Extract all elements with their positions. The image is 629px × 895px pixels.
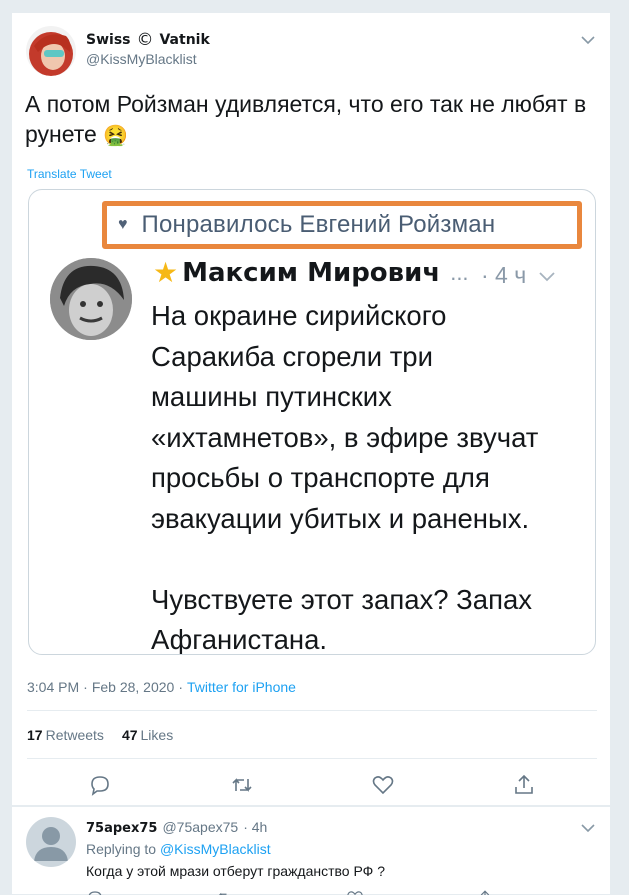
tweet-text: А потом Ройзман удивляется, что его так …: [25, 89, 600, 151]
copyright-symbol: ©: [136, 30, 154, 50]
tweet-source-link[interactable]: Twitter for iPhone: [187, 679, 296, 695]
reply-icon[interactable]: [86, 889, 104, 895]
replying-to: Replying to @KissMyBlacklist: [86, 841, 271, 857]
author-display-name[interactable]: Swiss: [86, 32, 130, 48]
tweet-actions: [12, 773, 612, 799]
separator: ·: [83, 679, 88, 695]
heart-icon: ♥: [118, 216, 128, 233]
tweet-timestamp[interactable]: 3:04 PM · Feb 28, 2020 · Twitter for iPh…: [27, 679, 296, 695]
author-display-name-suffix[interactable]: Vatnik: [159, 32, 209, 48]
tweet-stats: 17 Retweets 47 Likes: [27, 727, 173, 743]
author-handle[interactable]: @KissMyBlacklist: [86, 51, 197, 67]
reply-author-avatar[interactable]: [26, 817, 76, 867]
reply-handle[interactable]: @75apex75: [162, 819, 238, 835]
liked-by-text: Понравилось Евгений Ройзман: [141, 211, 496, 238]
tweet-time[interactable]: 3:04 PM: [27, 679, 79, 695]
likes-stat[interactable]: 47 Likes: [122, 727, 173, 743]
reply-display-name[interactable]: 75apex75: [86, 821, 157, 836]
reply-actions: [86, 887, 606, 895]
translate-tweet-link[interactable]: Translate Tweet: [27, 167, 112, 181]
retweets-count: 17: [27, 727, 43, 743]
nauseated-emoji: 🤮: [103, 125, 129, 147]
tweet-media-image[interactable]: ♥ Понравилось Евгений Ройзман ★ Максим М…: [28, 189, 596, 655]
quoted-time-text: · 4 ч: [481, 262, 527, 288]
replying-prefix: Replying to: [86, 841, 157, 857]
chevron-down-icon[interactable]: [581, 823, 595, 833]
tweet-card: Swiss © Vatnik @KissMyBlacklist А потом …: [11, 12, 611, 806]
replying-to-handle[interactable]: @KissMyBlacklist: [160, 841, 271, 857]
reply-icon[interactable]: [88, 773, 112, 797]
quoted-author-avatar: [50, 258, 132, 340]
separator: ·: [178, 679, 183, 695]
reply-text: Когда у этой мрази отберут гражданство Р…: [86, 863, 385, 879]
heart-icon[interactable]: [371, 773, 395, 797]
quoted-text: На окраине сирийского Саракиба сгорели т…: [151, 300, 539, 655]
divider: [27, 758, 597, 759]
share-icon[interactable]: [476, 889, 494, 895]
author-name-row[interactable]: Swiss © Vatnik: [86, 30, 210, 50]
heart-icon[interactable]: [346, 889, 364, 895]
likes-label: Likes: [140, 727, 174, 743]
retweets-stat[interactable]: 17 Retweets: [27, 727, 104, 743]
retweet-icon[interactable]: [230, 773, 254, 797]
quoted-author-header: ★ Максим Мирович ...: [153, 257, 469, 289]
name-truncation: ...: [450, 260, 469, 285]
quoted-time: · 4 ч: [481, 262, 555, 289]
retweet-icon[interactable]: [216, 889, 234, 895]
retweets-label: Retweets: [45, 727, 104, 743]
reply-tweet[interactable]: 75apex75 @75apex75 · 4h Replying to @Kis…: [11, 806, 611, 895]
chevron-down-icon[interactable]: [581, 35, 595, 45]
quoted-author-name: Максим Мирович: [182, 258, 441, 288]
reply-time[interactable]: · 4h: [243, 819, 267, 835]
tweet-date[interactable]: Feb 28, 2020: [92, 679, 175, 695]
divider: [27, 710, 597, 711]
star-icon: ★: [153, 257, 179, 288]
likes-count: 47: [121, 727, 138, 743]
share-icon[interactable]: [512, 773, 536, 797]
liked-by-banner: ♥ Понравилось Евгений Ройзман: [102, 201, 582, 249]
chevron-down-icon: [538, 272, 555, 282]
author-avatar[interactable]: [26, 26, 76, 76]
reply-author-row[interactable]: 75apex75 @75apex75 · 4h: [86, 819, 267, 836]
